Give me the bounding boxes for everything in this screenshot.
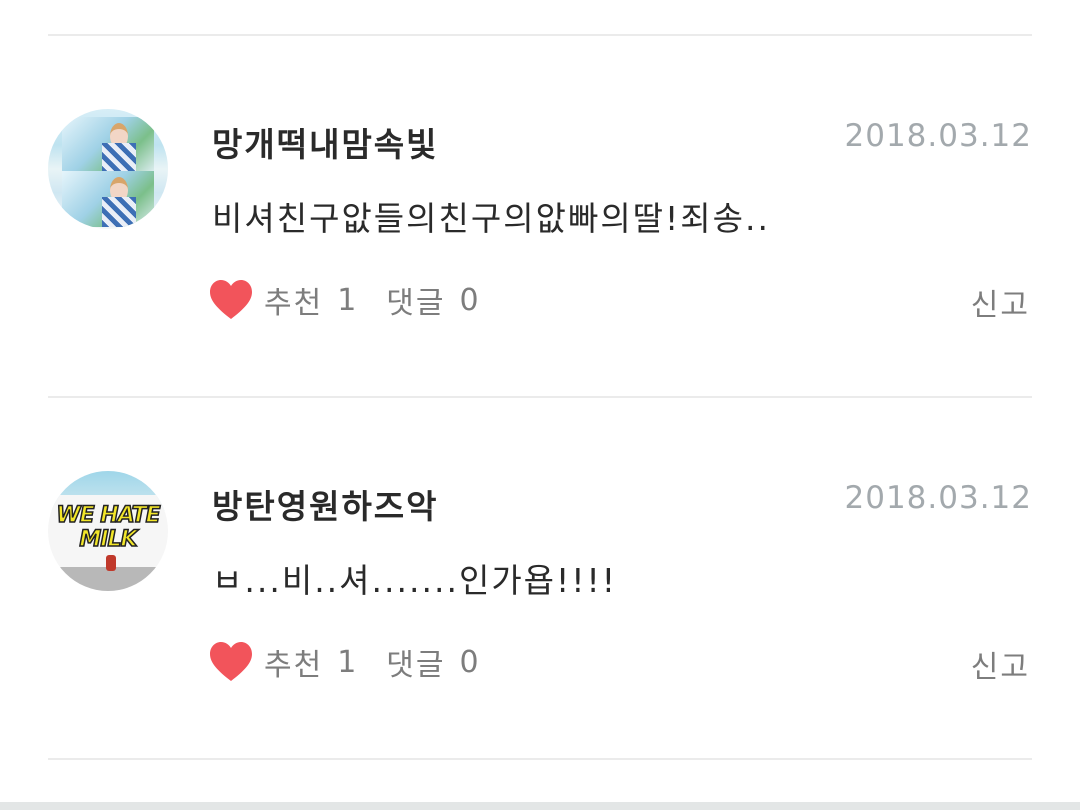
comment-actions: 추천 1 댓글 0 xyxy=(208,638,479,686)
bottom-edge xyxy=(0,802,1080,810)
avatar[interactable] xyxy=(48,109,168,229)
avatar-text-top: WE HATE xyxy=(56,502,162,529)
username[interactable]: 방탄영원하즈악 xyxy=(212,480,439,528)
comment-item: WE HATE MILK 방탄영원하즈악 2018.03.12 ㅂ...비..셔… xyxy=(0,398,1080,758)
avatar-photo-frame xyxy=(62,171,154,227)
reply-label[interactable]: 댓글 xyxy=(386,640,445,684)
like-label[interactable]: 추천 xyxy=(264,278,323,322)
comment-text: ㅂ...비..셔.......인가욥!!!! xyxy=(212,561,617,600)
like-label[interactable]: 추천 xyxy=(264,640,323,684)
comment-actions: 추천 1 댓글 0 xyxy=(208,276,479,324)
heart-icon[interactable] xyxy=(208,641,254,683)
avatar-text-bottom: MILK xyxy=(79,526,139,553)
comment-text: 비셔친구앖들의친구의앖빠의딸!죄송.. xyxy=(212,199,770,238)
comment-date: 2018.03.12 xyxy=(844,480,1032,516)
comment-date: 2018.03.12 xyxy=(844,118,1032,154)
reply-count: 0 xyxy=(459,644,479,680)
like-count: 1 xyxy=(337,282,357,318)
comment-item: 망개떡내맘속빛 2018.03.12 비셔친구앖들의친구의앖빠의딸!죄송.. 추… xyxy=(0,36,1080,396)
heart-icon[interactable] xyxy=(208,279,254,321)
avatar-photo-frame xyxy=(62,117,154,173)
reply-count: 0 xyxy=(459,282,479,318)
avatar[interactable]: WE HATE MILK xyxy=(48,471,168,591)
report-button[interactable]: 신고 xyxy=(971,642,1030,686)
username[interactable]: 망개떡내맘속빛 xyxy=(212,118,439,166)
reply-label[interactable]: 댓글 xyxy=(386,278,445,322)
like-count: 1 xyxy=(337,644,357,680)
divider xyxy=(48,758,1032,760)
report-button[interactable]: 신고 xyxy=(971,280,1030,324)
